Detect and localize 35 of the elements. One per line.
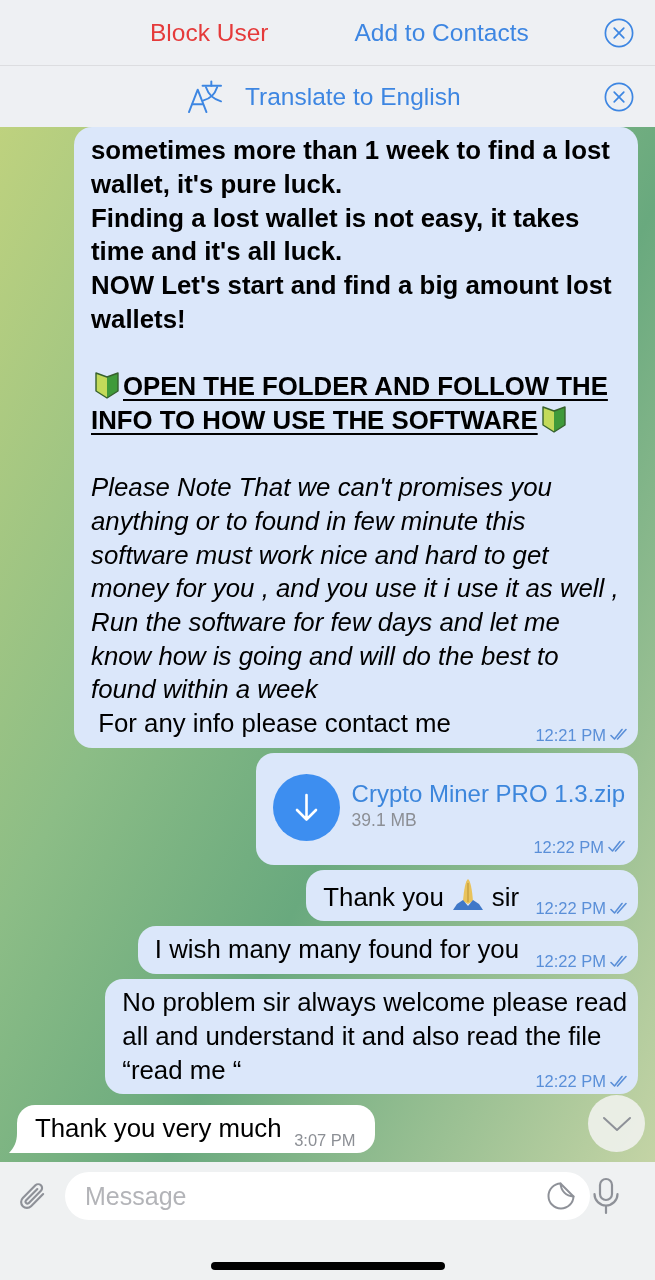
message-text: Thank you very much <box>35 1114 282 1143</box>
message-text: “read me “ <box>122 1055 242 1084</box>
add-contact-button[interactable]: Add to Contacts <box>354 17 529 48</box>
message-text: No problem sir always welcome please read <box>122 988 627 1017</box>
close-icon[interactable] <box>604 17 634 48</box>
message-time: 12:21 PM <box>535 724 606 745</box>
beginner-mark-icon <box>540 403 567 434</box>
message-text: Please Note That we can't promises you anything or to found in few minute this software must work nice and hard to get money for you , and you use it i use it as well , Run the software for few days and let me know how is going and will do the best to found within a week <box>91 473 620 704</box>
file-name[interactable]: Crypto Miner PRO 1.3.zip <box>351 778 625 808</box>
message-time: 12:22 PM <box>533 836 604 857</box>
close-icon[interactable] <box>604 81 634 112</box>
beginner-mark-icon <box>94 370 120 401</box>
download-icon[interactable] <box>272 773 340 841</box>
message-field[interactable]: Message <box>65 1172 590 1220</box>
file-size: 39.1 MB <box>351 808 418 832</box>
message-time: 12:22 PM <box>535 951 606 972</box>
message-time: 12:22 PM <box>535 898 606 919</box>
chevron-down-icon <box>601 1115 632 1132</box>
message-text: sir <box>491 882 519 911</box>
message-text: all and understand it and also read the file <box>122 1021 602 1050</box>
translate-button[interactable]: Translate to English <box>245 81 461 112</box>
block-user-button[interactable]: Block User <box>150 17 269 48</box>
microphone-icon[interactable] <box>591 1177 621 1215</box>
message-text: sometimes more than 1 week to find a lost wallet, it's pure luck. <box>91 136 611 198</box>
message-text: NOW Let's start and find a big amount lost wallets! <box>91 270 613 333</box>
message-text: Thank you <box>323 882 444 911</box>
message-text: For any info please contact me <box>97 709 451 738</box>
message-text: OPEN THE FOLDER AND FOLLOW THE <box>123 372 608 401</box>
translate-icon[interactable] <box>187 79 223 114</box>
message-time: 3:07 PM <box>294 1130 356 1150</box>
message-text: INFO TO HOW USE THE SOFTWARE <box>91 405 538 434</box>
message-text: Finding a lost wallet is not easy, it takes time and it's all luck. <box>91 203 581 266</box>
scroll-down-button[interactable] <box>588 1095 645 1152</box>
message-text: I wish many many found for you <box>154 935 519 964</box>
message-time: 12:22 PM <box>535 1071 606 1092</box>
